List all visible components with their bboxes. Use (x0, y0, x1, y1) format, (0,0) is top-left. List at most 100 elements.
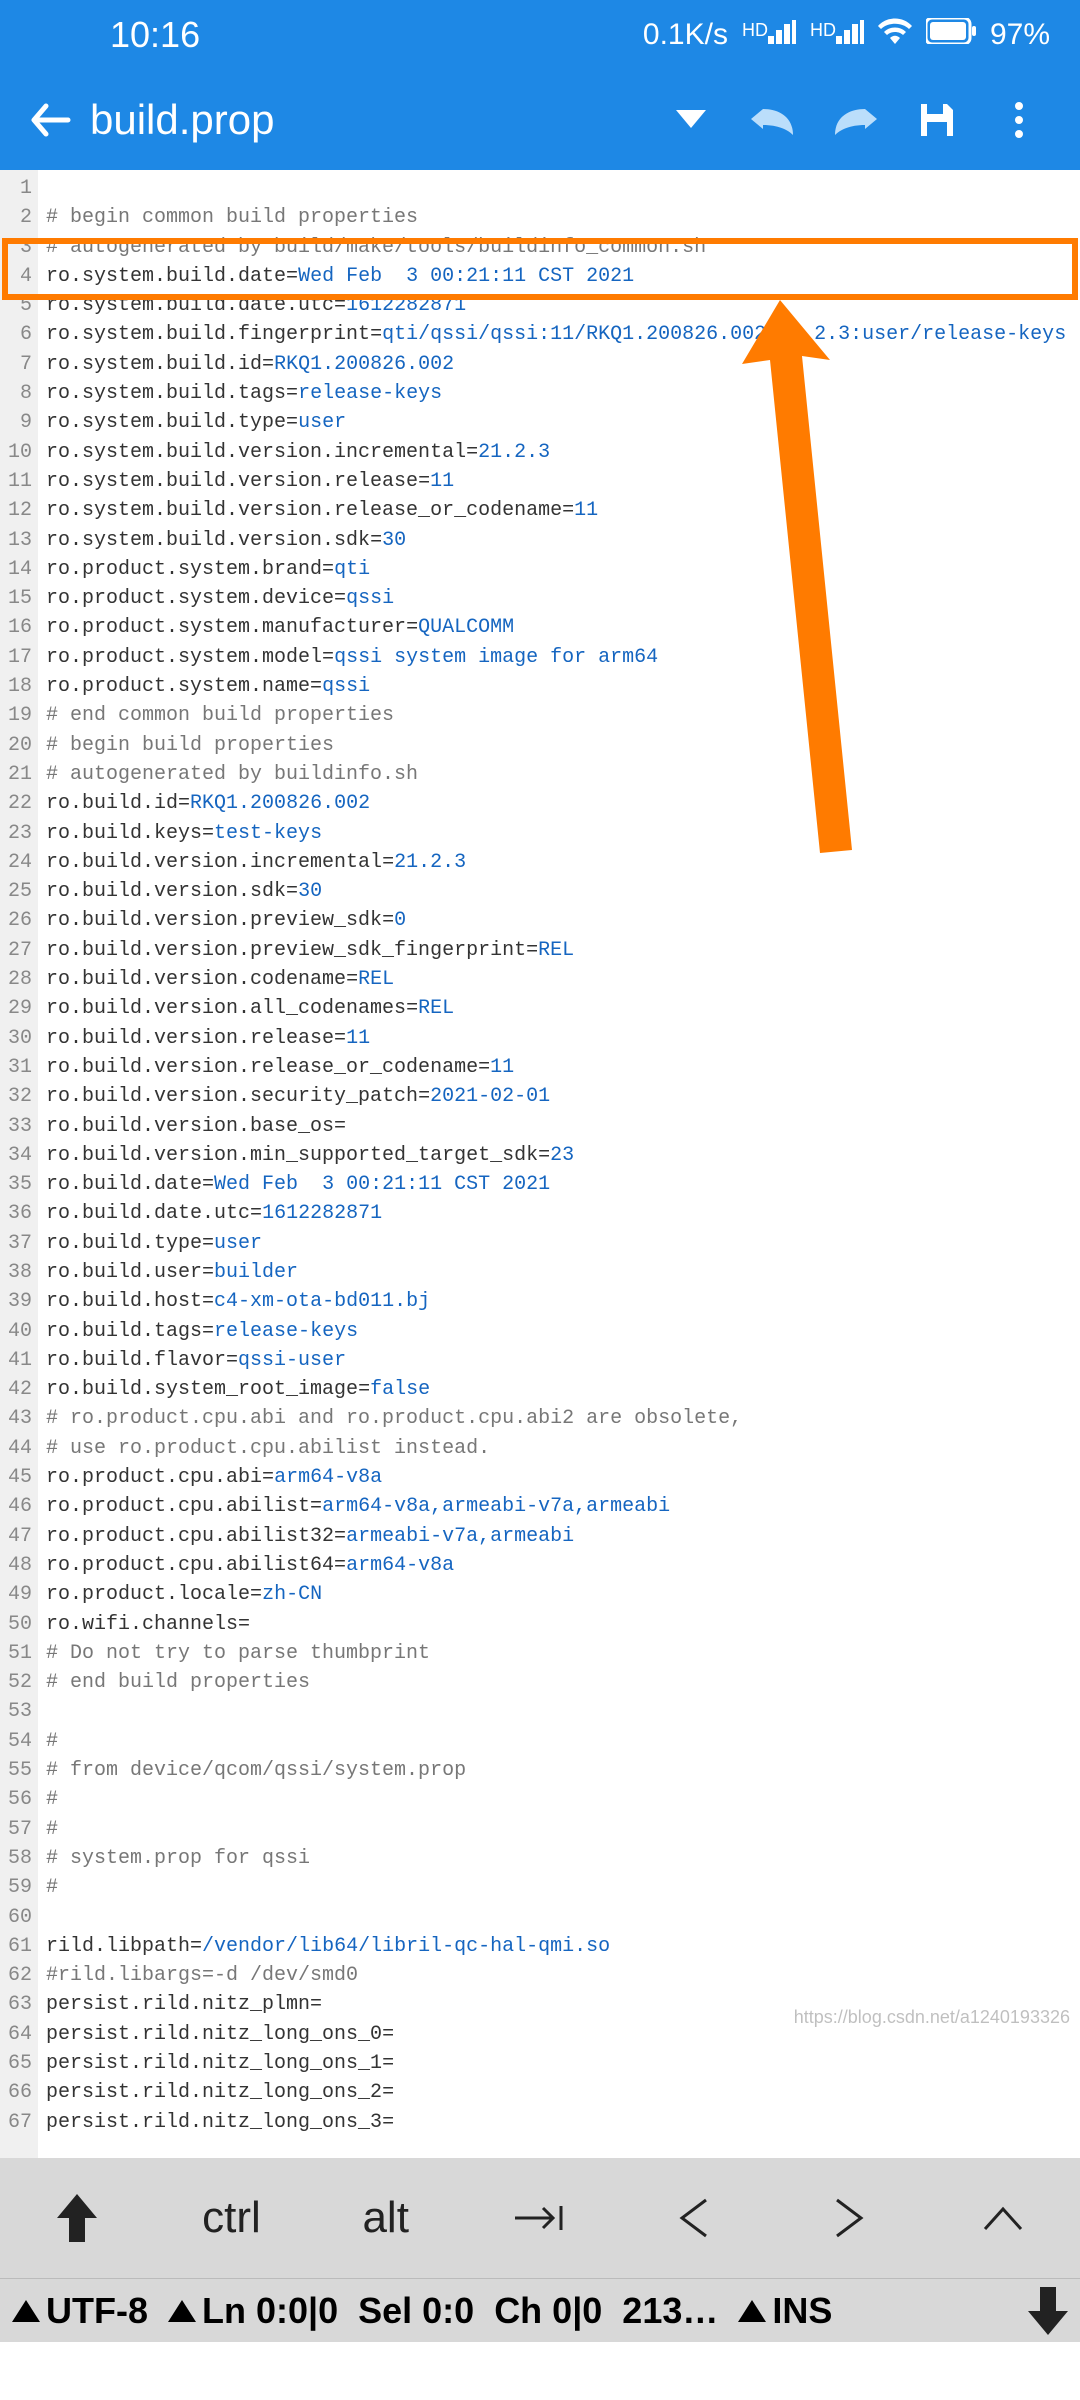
line-number: 35 (0, 1170, 38, 1199)
code-line[interactable]: # (46, 1727, 1080, 1756)
line-number: 45 (0, 1463, 38, 1492)
code-line[interactable]: ro.build.host=c4-xm-ota-bd011.bj (46, 1287, 1080, 1316)
code-line[interactable]: # (46, 1815, 1080, 1844)
watermark: https://blog.csdn.net/a1240193326 (794, 2007, 1070, 2028)
code-line[interactable]: ro.build.version.base_os= (46, 1112, 1080, 1141)
code-line[interactable]: ro.system.build.version.release_or_coden… (46, 496, 1080, 525)
code-line[interactable]: #rild.libargs=-d /dev/smd0 (46, 1961, 1080, 1990)
code-line[interactable]: ro.system.build.date.utc=1612282871 (46, 291, 1080, 320)
code-line[interactable]: ro.system.build.tags=release-keys (46, 379, 1080, 408)
line-segment[interactable]: Ln 0:0|0 (168, 2290, 338, 2332)
code-line[interactable]: ro.build.user=builder (46, 1258, 1080, 1287)
code-line[interactable]: # (46, 1873, 1080, 1902)
redo-button[interactable] (820, 85, 890, 155)
code-line[interactable]: ro.system.build.version.incremental=21.2… (46, 438, 1080, 467)
alt-key[interactable]: alt (309, 2158, 463, 2278)
code-line[interactable]: ro.build.version.security_patch=2021-02-… (46, 1082, 1080, 1111)
code-line[interactable]: # Do not try to parse thumbprint (46, 1639, 1080, 1668)
code-line[interactable]: ro.build.version.min_supported_target_sd… (46, 1141, 1080, 1170)
code-line[interactable]: # begin build properties (46, 731, 1080, 760)
code-area[interactable]: # begin common build properties# autogen… (38, 170, 1080, 2158)
save-button[interactable] (902, 85, 972, 155)
code-line[interactable]: ro.build.version.preview_sdk=0 (46, 906, 1080, 935)
code-line[interactable]: persist.rild.nitz_long_ons_3= (46, 2108, 1080, 2137)
code-line[interactable]: ro.build.keys=test-keys (46, 819, 1080, 848)
right-key[interactable] (771, 2158, 925, 2278)
code-line[interactable]: # use ro.product.cpu.abilist instead. (46, 1434, 1080, 1463)
code-line[interactable]: ro.wifi.channels= (46, 1610, 1080, 1639)
code-line[interactable]: # (46, 1785, 1080, 1814)
code-line[interactable] (46, 1903, 1080, 1932)
code-line[interactable]: # ro.product.cpu.abi and ro.product.cpu.… (46, 1404, 1080, 1433)
code-line[interactable]: ro.build.type=user (46, 1229, 1080, 1258)
code-line[interactable] (46, 174, 1080, 203)
code-line[interactable]: ro.product.cpu.abilist32=armeabi-v7a,arm… (46, 1522, 1080, 1551)
code-line[interactable]: ro.build.version.release_or_codename=11 (46, 1053, 1080, 1082)
code-line[interactable]: ro.system.build.version.release=11 (46, 467, 1080, 496)
code-line[interactable]: ro.build.date.utc=1612282871 (46, 1199, 1080, 1228)
encoding-segment[interactable]: UTF-8 (12, 2290, 148, 2332)
code-line[interactable]: # system.prop for qssi (46, 1844, 1080, 1873)
code-line[interactable]: # end common build properties (46, 701, 1080, 730)
shift-key[interactable] (0, 2158, 154, 2278)
code-line[interactable]: ro.system.build.version.sdk=30 (46, 526, 1080, 555)
line-number: 33 (0, 1112, 38, 1141)
code-line[interactable]: ro.build.date=Wed Feb 3 00:21:11 CST 202… (46, 1170, 1080, 1199)
code-line[interactable]: persist.rild.nitz_long_ons_1= (46, 2049, 1080, 2078)
code-line[interactable]: ro.product.locale=zh-CN (46, 1580, 1080, 1609)
line-number: 14 (0, 555, 38, 584)
ctrl-key[interactable]: ctrl (154, 2158, 308, 2278)
back-button[interactable] (20, 90, 80, 150)
line-number: 65 (0, 2049, 38, 2078)
code-line[interactable]: # autogenerated by build/make/tools/buil… (46, 233, 1080, 262)
down-segment[interactable] (1028, 2287, 1068, 2335)
line-number: 16 (0, 613, 38, 642)
code-line[interactable]: ro.product.cpu.abi=arm64-v8a (46, 1463, 1080, 1492)
code-line[interactable]: ro.product.cpu.abilist=arm64-v8a,armeabi… (46, 1492, 1080, 1521)
code-line[interactable]: # end build properties (46, 1668, 1080, 1697)
code-line[interactable]: ro.product.cpu.abilist64=arm64-v8a (46, 1551, 1080, 1580)
code-line[interactable]: ro.system.build.type=user (46, 408, 1080, 437)
code-line[interactable]: ro.build.version.release=11 (46, 1024, 1080, 1053)
code-line[interactable]: ro.build.version.codename=REL (46, 965, 1080, 994)
undo-button[interactable] (738, 85, 808, 155)
code-line[interactable]: ro.build.tags=release-keys (46, 1317, 1080, 1346)
code-line[interactable]: rild.libpath=/vendor/lib64/libril-qc-hal… (46, 1932, 1080, 1961)
code-line[interactable]: ro.build.version.all_codenames=REL (46, 994, 1080, 1023)
code-line[interactable]: ro.build.flavor=qssi-user (46, 1346, 1080, 1375)
code-line[interactable]: persist.rild.nitz_long_ons_2= (46, 2078, 1080, 2107)
more-button[interactable] (984, 85, 1054, 155)
code-line[interactable]: # begin common build properties (46, 203, 1080, 232)
dropdown-button[interactable] (656, 85, 726, 155)
code-line[interactable]: ro.system.build.fingerprint=qti/qssi/qss… (46, 320, 1080, 349)
code-line[interactable]: ro.build.id=RKQ1.200826.002 (46, 789, 1080, 818)
up-key[interactable] (926, 2158, 1080, 2278)
wifi-icon (878, 18, 912, 52)
code-line[interactable]: ro.product.system.manufacturer=QUALCOMM (46, 613, 1080, 642)
code-line[interactable]: # autogenerated by buildinfo.sh (46, 760, 1080, 789)
tab-key[interactable] (463, 2158, 617, 2278)
code-line[interactable]: ro.build.version.incremental=21.2.3 (46, 848, 1080, 877)
sel-segment[interactable]: Sel 0:0 (358, 2290, 474, 2332)
line-number: 67 (0, 2108, 38, 2137)
extra-segment[interactable]: 213… (622, 2290, 718, 2332)
code-line[interactable]: ro.build.version.preview_sdk_fingerprint… (46, 936, 1080, 965)
code-line[interactable]: ro.product.system.name=qssi (46, 672, 1080, 701)
code-line[interactable] (46, 1697, 1080, 1726)
code-line[interactable]: ro.build.system_root_image=false (46, 1375, 1080, 1404)
code-line[interactable]: ro.product.system.device=qssi (46, 584, 1080, 613)
code-line[interactable]: ro.product.system.model=qssi system imag… (46, 643, 1080, 672)
page-title: build.prop (90, 96, 274, 144)
code-line[interactable]: ro.system.build.date=Wed Feb 3 00:21:11 … (46, 262, 1080, 291)
line-number: 30 (0, 1024, 38, 1053)
code-line[interactable]: ro.system.build.id=RKQ1.200826.002 (46, 350, 1080, 379)
line-number: 23 (0, 819, 38, 848)
code-line[interactable]: # from device/qcom/qssi/system.prop (46, 1756, 1080, 1785)
mode-segment[interactable]: INS (738, 2290, 832, 2332)
left-key[interactable] (617, 2158, 771, 2278)
code-line[interactable]: ro.product.system.brand=qti (46, 555, 1080, 584)
editor[interactable]: 1234567891011121314151617181920212223242… (0, 170, 1080, 2158)
line-number: 29 (0, 994, 38, 1023)
ch-segment[interactable]: Ch 0|0 (494, 2290, 602, 2332)
code-line[interactable]: ro.build.version.sdk=30 (46, 877, 1080, 906)
